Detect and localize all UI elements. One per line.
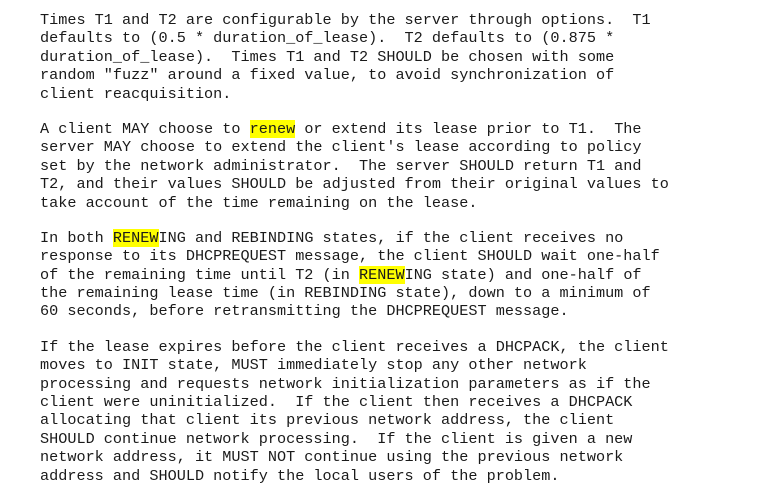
paragraph: Times T1 and T2 are configurable by the … <box>40 11 760 103</box>
text-segment: allocating that client its previous netw… <box>40 411 615 430</box>
text-line: allocating that client its previous netw… <box>40 411 760 429</box>
text-segment: SHOULD continue network processing. If t… <box>40 429 633 448</box>
text-line: processing and requests network initiali… <box>40 375 760 393</box>
text-line: set by the network administrator. The se… <box>40 157 760 175</box>
text-line: SHOULD continue network processing. If t… <box>40 430 760 448</box>
text-line: 60 seconds, before retransmitting the DH… <box>40 302 760 320</box>
text-segment: or extend its lease prior to T1. The <box>295 119 642 138</box>
text-segment: client were uninitialized. If the client… <box>40 393 633 412</box>
text-segment: ING and REBINDING states, if the client … <box>158 228 624 247</box>
text-segment: T2, and their values SHOULD be adjusted … <box>40 175 669 194</box>
text-segment: ING state) and one-half of <box>404 265 642 284</box>
text-segment: defaults to (0.5 * duration_of_lease). T… <box>40 29 615 48</box>
text-segment: set by the network administrator. The se… <box>40 156 642 175</box>
highlighted-term: RENEW <box>112 228 159 247</box>
text-segment: A client MAY choose to <box>40 119 250 138</box>
text-segment: moves to INIT state, MUST immediately st… <box>40 356 587 375</box>
highlighted-term: RENEW <box>359 265 405 284</box>
text-line: duration_of_lease). Times T1 and T2 SHOU… <box>40 48 760 66</box>
text-line: If the lease expires before the client r… <box>40 338 760 356</box>
text-segment: client reacquisition. <box>40 84 232 103</box>
text-line: In both RENEWING and REBINDING states, i… <box>40 228 760 247</box>
text-segment: the remaining lease time (in REBINDING s… <box>40 284 651 303</box>
text-line: address and SHOULD notify the local user… <box>40 467 760 485</box>
text-line: take account of the time remaining on th… <box>40 194 760 212</box>
paragraph: In both RENEWING and REBINDING states, i… <box>40 228 760 321</box>
text-line: A client MAY choose to renew or extend i… <box>40 119 760 138</box>
text-line: network address, it MUST NOT continue us… <box>40 448 760 466</box>
text-line: the remaining lease time (in REBINDING s… <box>40 284 760 302</box>
text-line: server MAY choose to extend the client's… <box>40 138 760 156</box>
text-segment: of the remaining time until T2 (in <box>40 265 359 284</box>
text-line: defaults to (0.5 * duration_of_lease). T… <box>40 29 760 47</box>
paragraph: If the lease expires before the client r… <box>40 338 760 485</box>
text-segment: duration_of_lease). Times T1 and T2 SHOU… <box>40 47 615 66</box>
text-segment: processing and requests network initiali… <box>40 374 651 393</box>
text-segment: response to its DHCPREQUEST message, the… <box>40 247 660 266</box>
text-segment: take account of the time remaining on th… <box>40 193 478 212</box>
highlighted-term: renew <box>249 119 296 138</box>
text-segment: server MAY choose to extend the client's… <box>40 138 642 157</box>
text-line: response to its DHCPREQUEST message, the… <box>40 247 760 265</box>
text-segment: 60 seconds, before retransmitting the DH… <box>40 302 569 321</box>
text-line: client were uninitialized. If the client… <box>40 393 760 411</box>
text-line: Times T1 and T2 are configurable by the … <box>40 11 760 29</box>
text-line: T2, and their values SHOULD be adjusted … <box>40 175 760 193</box>
text-segment: address and SHOULD notify the local user… <box>40 466 560 485</box>
text-line: random "fuzz" around a fixed value, to a… <box>40 66 760 84</box>
text-line: of the remaining time until T2 (in RENEW… <box>40 265 760 284</box>
text-segment: random "fuzz" around a fixed value, to a… <box>40 66 615 85</box>
text-line: moves to INIT state, MUST immediately st… <box>40 356 760 374</box>
text-line: client reacquisition. <box>40 85 760 103</box>
text-segment: network address, it MUST NOT continue us… <box>40 448 624 467</box>
paragraph: A client MAY choose to renew or extend i… <box>40 119 760 212</box>
text-segment: If the lease expires before the client r… <box>40 337 669 356</box>
document-body: Times T1 and T2 are configurable by the … <box>40 11 760 502</box>
text-segment: In both <box>40 228 113 247</box>
text-segment: Times T1 and T2 are configurable by the … <box>40 11 651 29</box>
